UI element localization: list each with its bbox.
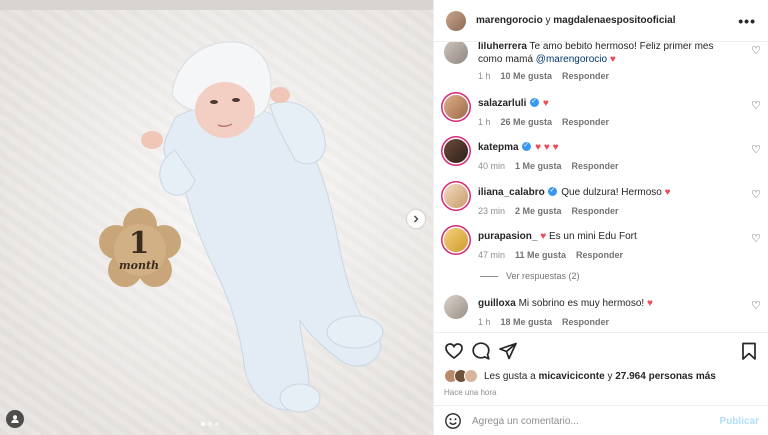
avatar[interactable] [446, 10, 466, 31]
comment-username[interactable]: purapasion_ [478, 231, 537, 242]
like-comment-heart-icon[interactable]: ♡ [751, 188, 761, 201]
reply-button[interactable]: Responder [572, 160, 619, 173]
comment-item: purapasion_ ♥ Es un mini Edu Fort 47 min… [434, 228, 768, 262]
comment-time: 1 h [478, 117, 491, 127]
comment-text: Es un mini Edu Fort [548, 231, 637, 242]
verified-badge-icon [522, 139, 532, 152]
avatar[interactable] [444, 184, 468, 208]
heart-emoji: ♥ ♥ ♥ [535, 142, 559, 153]
verified-badge-icon [530, 95, 540, 108]
comment-time: 1 h [478, 317, 491, 327]
comment-mention[interactable]: @marengorocio [536, 54, 607, 65]
next-photo-button[interactable] [407, 210, 425, 228]
view-replies-label: Ver respuestas (2) [506, 271, 580, 281]
reply-button[interactable]: Responder [562, 316, 609, 329]
carousel-dot [215, 422, 219, 426]
avatar[interactable] [464, 369, 478, 383]
coauthor-link[interactable]: magdalenaespositooficial [553, 15, 675, 26]
comment-likes[interactable]: 2 Me gusta [515, 205, 562, 218]
heart-emoji: ♥ [542, 98, 549, 109]
heart-emoji: ♥ [540, 231, 547, 242]
comment-item: salazarluli ♥ 1 h 26 Me gusta Responder … [434, 95, 768, 129]
chevron-right-icon [414, 215, 419, 223]
comments-list: liluherrera Te amo bebito hermoso! Feliz… [434, 42, 768, 332]
emoji-icon[interactable] [444, 412, 462, 430]
comment-item: iliana_calabro Que dulzura! Hermoso ♥ 23… [434, 184, 768, 218]
carousel-dot [208, 422, 212, 426]
comment-time: 1 h [478, 71, 491, 81]
avatar[interactable] [444, 42, 468, 64]
post-side-panel: marengorocio y magdalenaespositooficial … [433, 0, 768, 435]
action-icons [444, 341, 759, 361]
like-comment-heart-icon[interactable]: ♡ [751, 44, 761, 57]
likes-count[interactable]: 27.964 personas más [615, 371, 716, 382]
comment-composer: Publicar [434, 405, 768, 435]
like-comment-heart-icon[interactable]: ♡ [751, 99, 761, 112]
like-comment-heart-icon[interactable]: ♡ [751, 299, 761, 312]
comment-text: Que dulzura! Hermoso [561, 187, 662, 198]
reply-button[interactable]: Responder [572, 205, 619, 218]
likes-summary: Les gusta a micaviciconte y 27.964 perso… [444, 369, 716, 383]
comment-text: Mi sobrino es muy hermoso! [518, 298, 645, 309]
save-bookmark-icon[interactable] [739, 341, 759, 361]
carousel-dot [201, 422, 205, 426]
liker-username[interactable]: micaviciconte [539, 371, 605, 382]
post-time: Hace una hora [444, 388, 497, 397]
view-replies-button[interactable]: Ver respuestas (2) [480, 271, 580, 281]
comment-username[interactable]: liluherrera [478, 42, 527, 52]
heart-emoji: ♥ [664, 187, 671, 198]
like-heart-icon[interactable] [444, 341, 464, 361]
person-icon [11, 415, 19, 423]
likes-prefix: Les gusta a [484, 370, 536, 382]
comment-time: 40 min [478, 161, 506, 171]
post-comment-button[interactable]: Publicar [720, 416, 759, 427]
reply-button[interactable]: Responder [576, 249, 623, 262]
comment-bubble-icon[interactable] [471, 341, 491, 361]
comment-likes[interactable]: 11 Me gusta [515, 249, 566, 262]
comment-time: 47 min [478, 250, 506, 260]
comment-username[interactable]: iliana_calabro [478, 187, 545, 198]
post-authors: marengorocio y magdalenaespositooficial [476, 15, 676, 26]
comment-likes[interactable]: 10 Me gusta [501, 70, 553, 83]
author-link[interactable]: marengorocio [476, 15, 543, 26]
avatar[interactable] [444, 228, 468, 252]
comment-likes[interactable]: 1 Me gusta [515, 160, 562, 173]
post-photo: 1 month [0, 0, 433, 435]
comment-time: 23 min [478, 206, 506, 216]
verified-badge-icon [548, 184, 558, 197]
avatar[interactable] [444, 95, 468, 119]
author-conjunction: y [545, 15, 551, 26]
comment-input[interactable] [472, 415, 712, 427]
liker-avatars [444, 369, 478, 383]
comment-item: katepma ♥ ♥ ♥ 40 min 1 Me gusta Responde… [434, 139, 768, 173]
heart-emoji: ♥ [609, 54, 616, 65]
replies-divider [480, 275, 498, 277]
reply-button[interactable]: Responder [562, 70, 609, 83]
post-header: marengorocio y magdalenaespositooficial … [434, 0, 768, 42]
comment-item: guilloxa Mi sobrino es muy hermoso! ♥ 1 … [434, 295, 768, 329]
comment-likes[interactable]: 18 Me gusta [501, 316, 553, 329]
carousel-dots [201, 422, 219, 426]
like-comment-heart-icon[interactable]: ♡ [751, 143, 761, 156]
baby-illustration [99, 41, 384, 413]
comment-item: liluherrera Te amo bebito hermoso! Feliz… [434, 42, 768, 83]
comment-likes[interactable]: 26 Me gusta [501, 116, 553, 129]
post-actions: Les gusta a micaviciconte y 27.964 perso… [434, 332, 768, 435]
reply-button[interactable]: Responder [562, 116, 609, 129]
comment-username[interactable]: guilloxa [478, 298, 516, 309]
heart-emoji: ♥ [646, 298, 653, 309]
share-send-icon[interactable] [498, 341, 518, 361]
comment-username[interactable]: salazarluli [478, 98, 526, 109]
likes-middle: y [607, 370, 613, 382]
avatar[interactable] [444, 295, 468, 319]
avatar[interactable] [444, 139, 468, 163]
more-options-button[interactable]: ••• [738, 13, 756, 29]
milestone-card [99, 208, 181, 287]
comment-username[interactable]: katepma [478, 142, 519, 153]
like-comment-heart-icon[interactable]: ♡ [751, 232, 761, 245]
tagged-users-button[interactable] [6, 410, 24, 428]
